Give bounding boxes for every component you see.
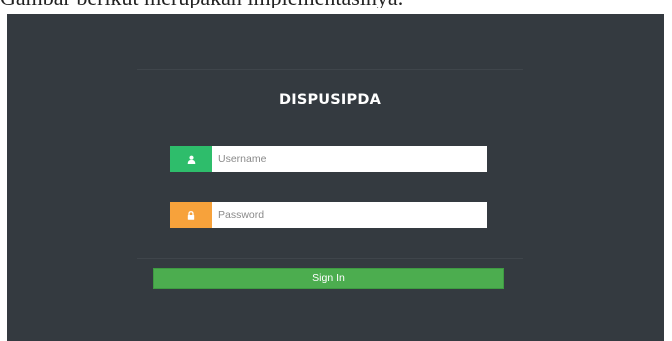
- lock-icon: [170, 202, 212, 228]
- top-divider: [137, 69, 523, 70]
- login-screen: DISPUSIPDA Sign In: [7, 14, 664, 341]
- app-title: DISPUSIPDA: [279, 92, 381, 108]
- bottom-divider: [137, 258, 523, 259]
- username-input[interactable]: [212, 146, 487, 172]
- password-group: [170, 202, 487, 228]
- username-group: [170, 146, 487, 172]
- password-input[interactable]: [212, 202, 487, 228]
- sign-in-button[interactable]: Sign In: [153, 268, 504, 289]
- user-icon: [170, 146, 212, 172]
- document-caption: Gambar berikut merupakan implementasinya…: [0, 0, 672, 8]
